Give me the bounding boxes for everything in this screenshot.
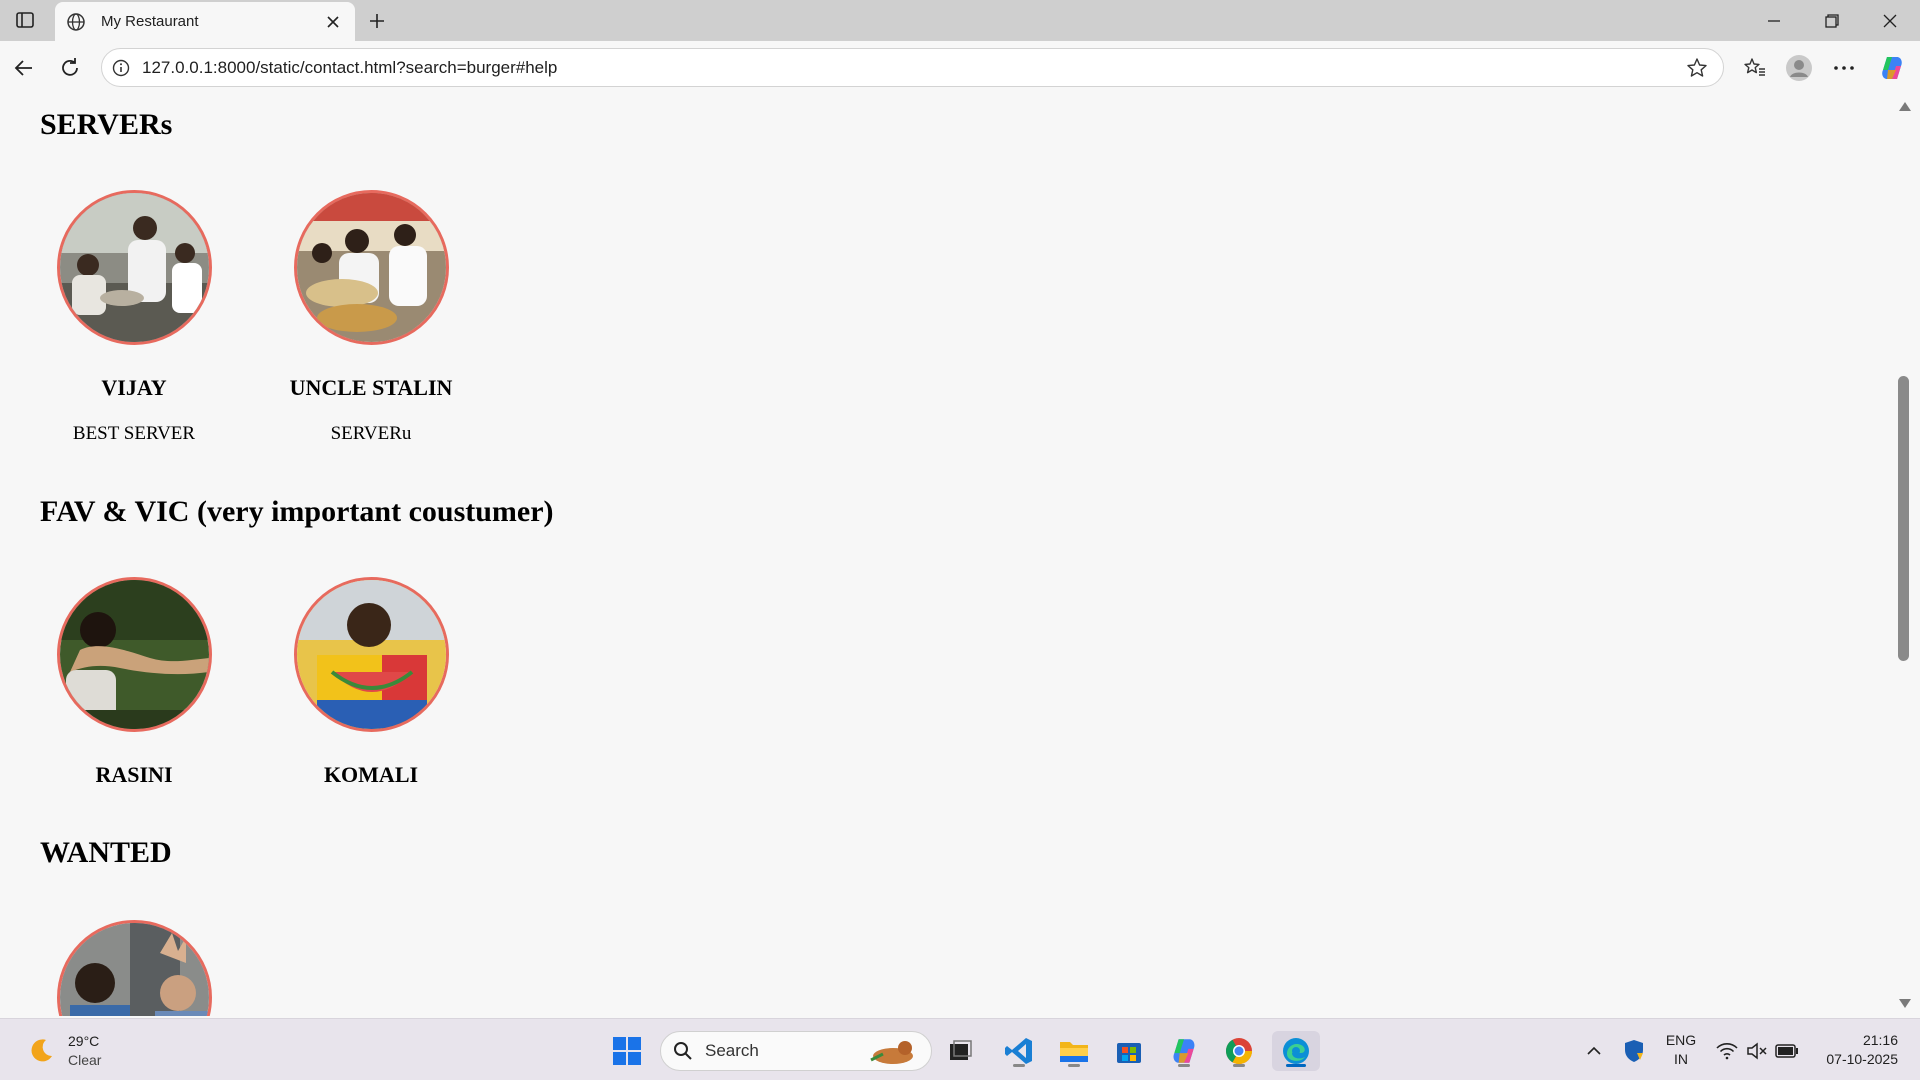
person-card-uncle-stalin: UNCLE STALIN SERVERu	[252, 190, 490, 445]
language-code: ENG	[1665, 1032, 1697, 1048]
microsoft-store-icon[interactable]	[1109, 1031, 1149, 1071]
weather-widget[interactable]: 29°C Clear	[26, 1032, 101, 1070]
globe-icon	[65, 11, 87, 33]
clock-date: 07-10-2025	[1826, 1051, 1898, 1067]
wifi-icon[interactable]	[1714, 1031, 1740, 1071]
person-card-wanted	[15, 920, 253, 1016]
tab-title: My Restaurant	[101, 13, 199, 30]
search-placeholder: Search	[705, 1041, 759, 1060]
battery-icon[interactable]	[1774, 1031, 1800, 1071]
page-viewport: SERVERs VIJAY BEST SERVER UNCLE STALIN S…	[0, 94, 1902, 1016]
url-text[interactable]: 127.0.0.1:8000/static/contact.html?searc…	[142, 58, 1683, 78]
back-icon[interactable]	[9, 53, 39, 83]
section-heading-wanted: WANTED	[40, 836, 172, 869]
edge-icon[interactable]	[1272, 1031, 1320, 1071]
address-bar[interactable]: 127.0.0.1:8000/static/contact.html?searc…	[101, 48, 1724, 87]
avatar-komali	[293, 577, 449, 732]
start-button-icon[interactable]	[607, 1031, 647, 1071]
scroll-down-icon[interactable]	[1899, 999, 1911, 1008]
person-role: BEST SERVER	[72, 423, 196, 444]
weather-condition: Clear	[68, 1052, 102, 1068]
scroll-thumb[interactable]	[1898, 376, 1909, 661]
search-highlight-icon	[870, 1041, 913, 1064]
person-name: KOMALI	[323, 762, 419, 787]
running-indicator	[1068, 1064, 1080, 1067]
section-heading-fav-vic: FAV & VIC (very important coustumer)	[40, 495, 554, 528]
site-info-icon[interactable]	[110, 57, 132, 79]
person-role: SERVERu	[330, 423, 412, 444]
language-indicator[interactable]: ENG IN	[1660, 1031, 1702, 1069]
avatar-wanted	[56, 920, 212, 1016]
security-shield-icon[interactable]	[1620, 1031, 1648, 1071]
browser-toolbar: 127.0.0.1:8000/static/contact.html?searc…	[0, 41, 1920, 94]
person-card-rasini: RASINI	[15, 577, 253, 788]
person-name: VIJAY	[101, 375, 167, 400]
person-name: RASINI	[95, 762, 173, 787]
active-indicator	[1286, 1064, 1306, 1067]
person-card-komali: KOMALI	[252, 577, 490, 788]
favorite-star-icon[interactable]	[1683, 54, 1711, 82]
show-hidden-icons-icon[interactable]	[1582, 1031, 1606, 1071]
person-card-vijay: VIJAY BEST SERVER	[15, 190, 253, 445]
avatar-vijay	[56, 190, 212, 345]
avatar-rasini	[56, 577, 212, 732]
favorites-icon[interactable]	[1740, 53, 1770, 83]
search-icon	[674, 1042, 692, 1060]
weather-temp: 29°C	[68, 1033, 100, 1049]
close-tab-icon[interactable]	[321, 10, 345, 34]
section-heading-servers: SERVERs	[40, 108, 173, 141]
close-window-icon[interactable]	[1861, 0, 1919, 41]
running-indicator	[1178, 1064, 1190, 1067]
task-view-icon[interactable]	[940, 1031, 980, 1071]
copilot-app-icon[interactable]	[1164, 1031, 1204, 1071]
vscode-icon[interactable]	[999, 1031, 1039, 1071]
tab-actions-icon[interactable]	[12, 9, 38, 31]
page-scrollbar[interactable]	[1886, 94, 1920, 1016]
more-options-icon[interactable]	[1829, 53, 1859, 83]
refresh-icon[interactable]	[55, 53, 85, 83]
avatar-uncle-stalin	[293, 190, 449, 345]
new-tab-icon[interactable]	[364, 8, 390, 34]
browser-tab-bar: My Restaurant	[0, 0, 1920, 41]
profile-avatar-icon[interactable]	[1784, 53, 1814, 83]
scroll-up-icon[interactable]	[1899, 102, 1911, 111]
windows-taskbar: 29°C Clear Search ENG IN 21:16 07-10-202…	[0, 1018, 1920, 1080]
clock-time: 21:16	[1862, 1032, 1898, 1048]
browser-tab[interactable]: My Restaurant	[55, 2, 355, 41]
chrome-icon[interactable]	[1219, 1031, 1259, 1071]
minimize-icon[interactable]	[1745, 0, 1803, 41]
running-indicator	[1233, 1064, 1245, 1067]
taskbar-search[interactable]: Search	[660, 1031, 932, 1071]
file-explorer-icon[interactable]	[1054, 1031, 1094, 1071]
running-indicator	[1013, 1064, 1025, 1067]
person-name: UNCLE STALIN	[289, 375, 453, 400]
volume-muted-icon[interactable]	[1744, 1031, 1770, 1071]
moon-icon	[31, 1039, 52, 1062]
system-clock[interactable]: 21:16 07-10-2025	[1808, 1031, 1898, 1069]
region-code: IN	[1674, 1051, 1688, 1067]
copilot-icon[interactable]	[1877, 53, 1907, 83]
restore-icon[interactable]	[1803, 0, 1861, 41]
